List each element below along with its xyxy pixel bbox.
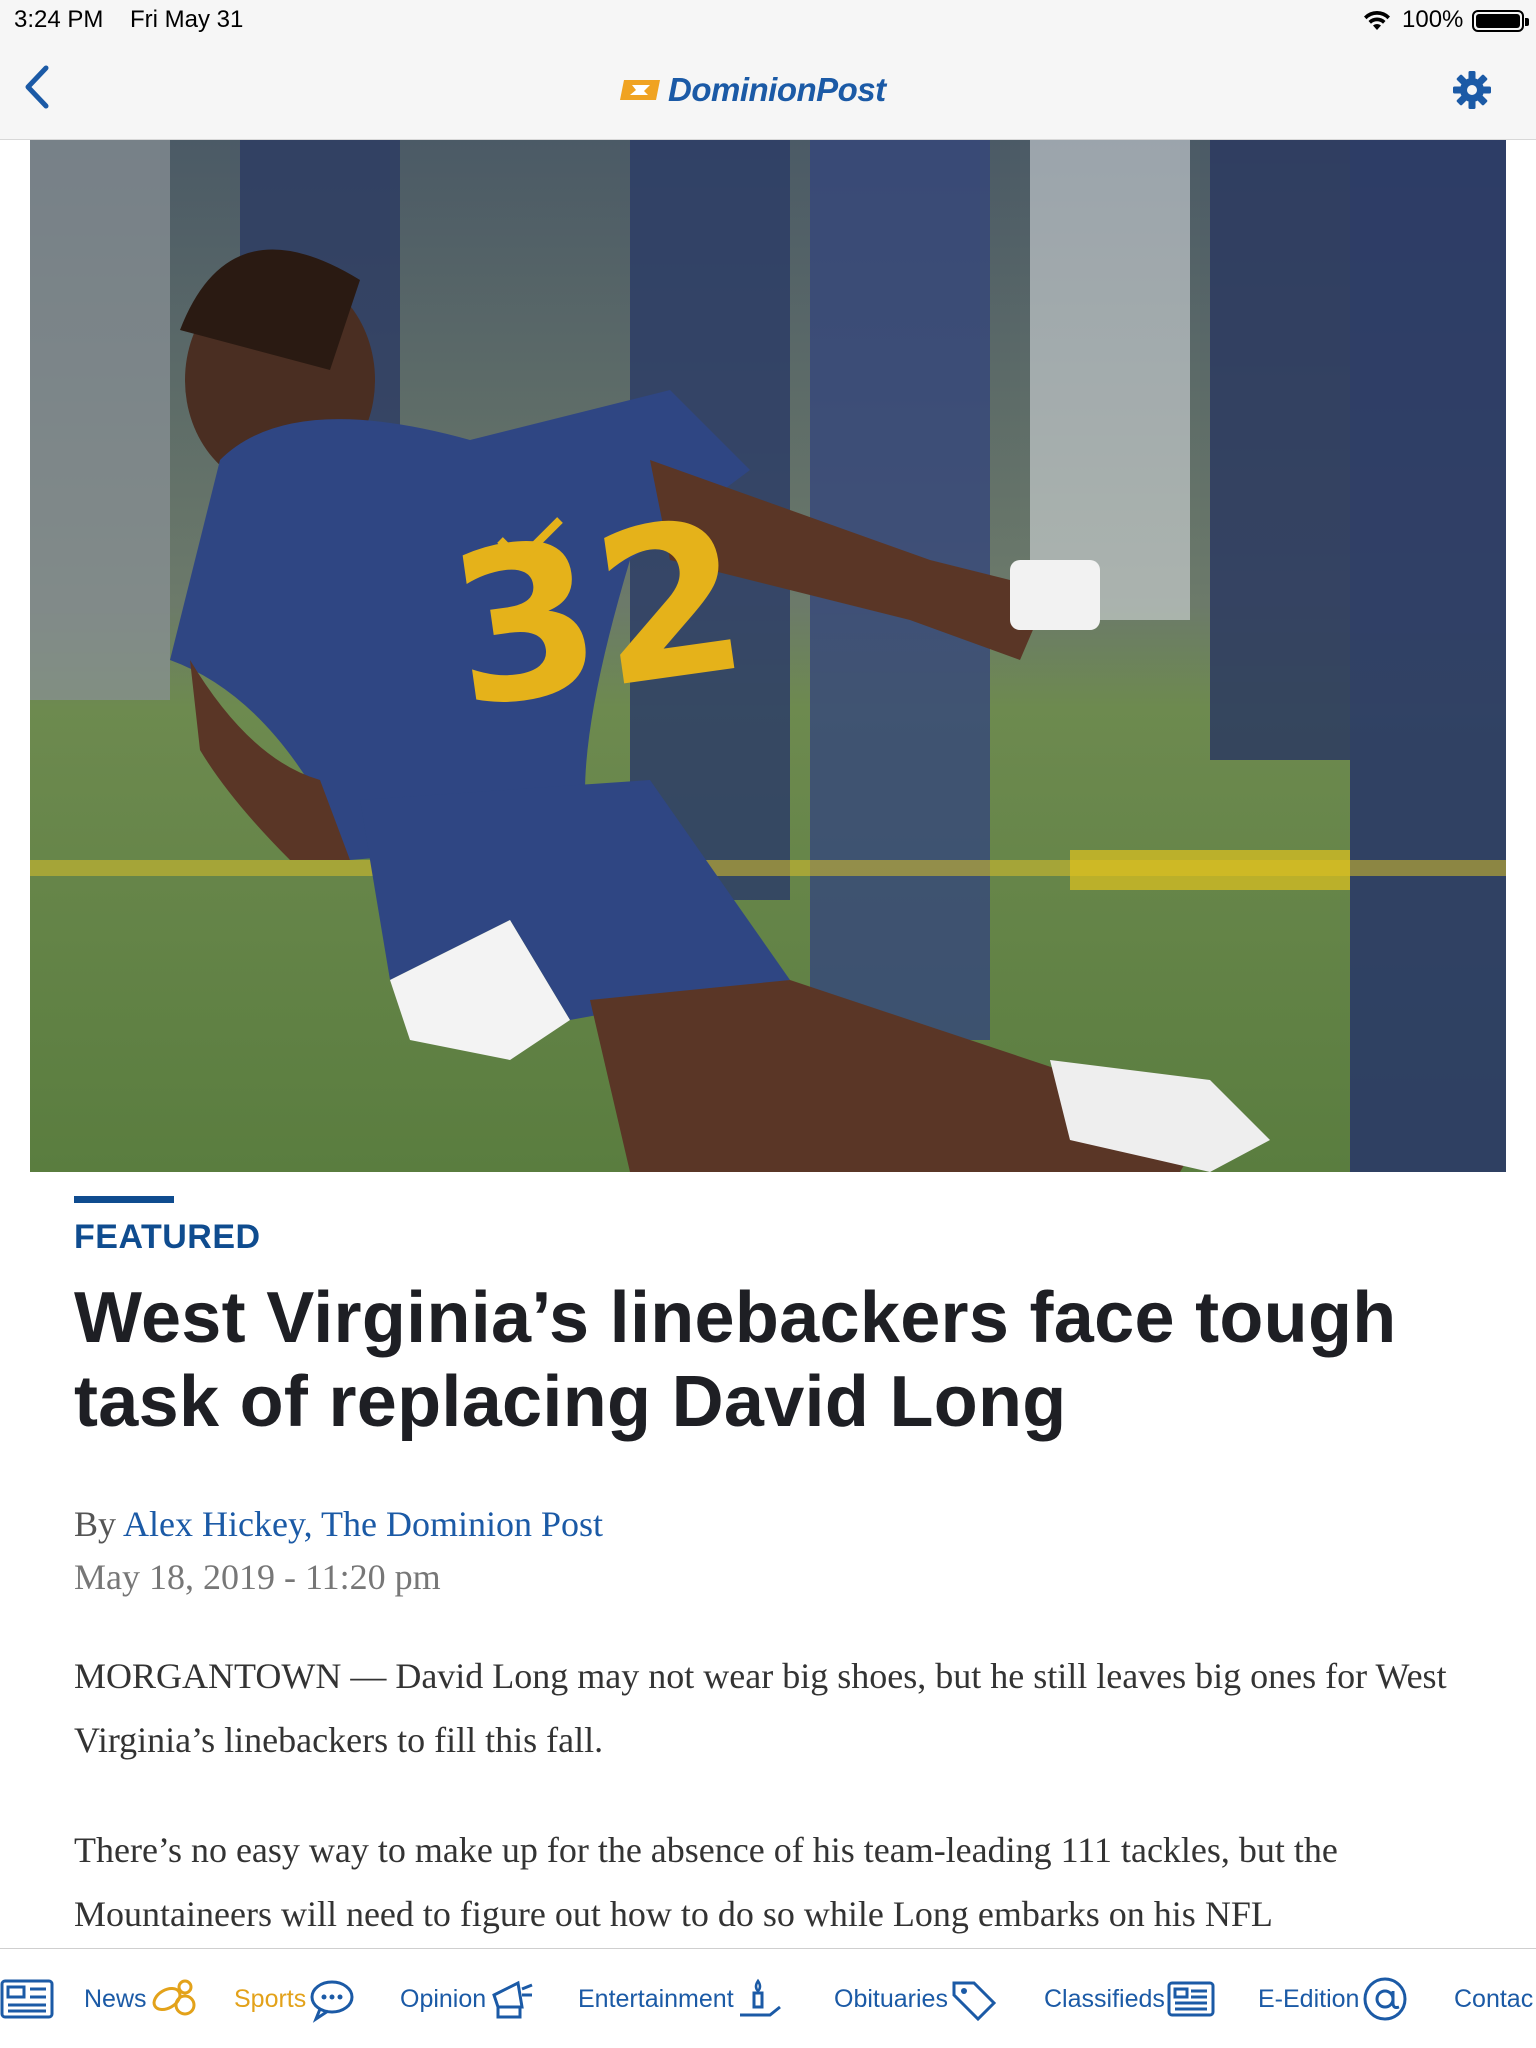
logo-text: DominionPost bbox=[668, 71, 886, 108]
tab-news[interactable]: News bbox=[84, 1949, 197, 2048]
battery-icon bbox=[1472, 10, 1529, 32]
chevron-left-icon bbox=[25, 65, 49, 109]
tab-label: Contac bbox=[1454, 1984, 1534, 2013]
chat-bubble-icon bbox=[310, 1980, 354, 2023]
dominion-post-logo: DominionPost bbox=[620, 70, 886, 110]
nav-bar: DominionPost bbox=[0, 40, 1536, 140]
tab-contact[interactable]: Contac bbox=[1454, 1949, 1533, 2048]
hero-photo: 32 bbox=[30, 140, 1506, 1172]
football-icon bbox=[152, 1979, 196, 2016]
tab-label: Classifieds bbox=[1044, 1984, 1165, 2013]
newspaper-icon[interactable] bbox=[0, 1977, 56, 2021]
tab-label: Opinion bbox=[400, 1984, 487, 2013]
logo-mark-icon bbox=[620, 80, 660, 100]
article-paragraph: MORGANTOWN — David Long may not wear big… bbox=[74, 1656, 1447, 1760]
tab-sports[interactable]: Sports bbox=[234, 1949, 356, 2048]
section-tab-bar: News Sports Opinion Entertainment Obitua… bbox=[0, 1948, 1536, 2048]
tab-e-edition[interactable]: E-Edition bbox=[1258, 1949, 1409, 2048]
tab-opinion[interactable]: Opinion bbox=[400, 1949, 536, 2048]
tag-icon bbox=[952, 1981, 997, 2022]
newspaper-icon bbox=[1167, 1981, 1215, 2017]
status-date: Fri May 31 bbox=[130, 6, 244, 33]
status-time: 3:24 PM bbox=[14, 6, 104, 33]
status-bar: 3:24 PM Fri May 31 100% bbox=[0, 0, 1536, 40]
tab-classifieds[interactable]: Classifieds bbox=[1044, 1949, 1215, 2048]
author-link[interactable]: Alex Hickey, The Dominion Post bbox=[123, 1504, 603, 1544]
kicker-rule bbox=[74, 1196, 174, 1203]
article-date: May 18, 2019 - 11:20 pm bbox=[74, 1557, 441, 1597]
article-kicker[interactable]: FEATURED bbox=[74, 1218, 261, 1257]
tab-obituaries[interactable]: Obituaries bbox=[834, 1949, 998, 2048]
tab-label: Entertainment bbox=[578, 1984, 734, 2013]
article-paragraph: There’s no easy way to make up for the a… bbox=[74, 1830, 1338, 1934]
byline-prefix: By bbox=[74, 1504, 124, 1544]
tab-label: Obituaries bbox=[834, 1984, 948, 2013]
megaphone-icon bbox=[492, 1980, 533, 2019]
battery-percent: 100% bbox=[1402, 6, 1464, 33]
tab-label: Sports bbox=[234, 1984, 307, 2013]
back-button[interactable] bbox=[18, 62, 58, 112]
article-headline: West Virginia’s linebackers face tough t… bbox=[74, 1278, 1397, 1442]
tab-label: E-Edition bbox=[1258, 1984, 1360, 2013]
gear-icon[interactable] bbox=[1450, 68, 1494, 112]
at-sign-icon bbox=[1363, 1977, 1407, 2021]
tab-label: News bbox=[84, 1984, 147, 2013]
jersey-number: 32 bbox=[436, 472, 760, 755]
wifi-icon bbox=[1364, 10, 1390, 30]
tab-entertainment[interactable]: Entertainment bbox=[578, 1949, 784, 2048]
candle-hand-icon bbox=[739, 1978, 781, 2017]
article-byline: By Alex Hickey, The Dominion Post bbox=[74, 1503, 603, 1545]
